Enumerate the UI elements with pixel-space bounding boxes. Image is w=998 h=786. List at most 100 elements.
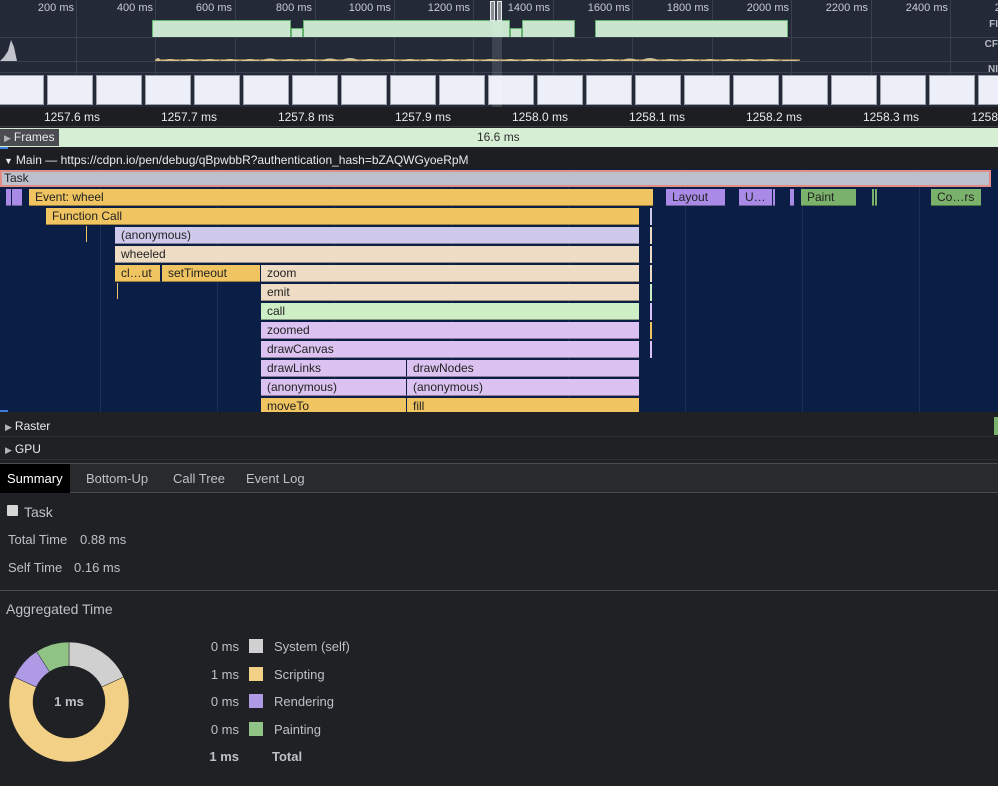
frames-label: Frames <box>13 130 55 144</box>
flame-call[interactable]: call <box>261 303 639 320</box>
flame-draw-canvas[interactable]: drawCanvas <box>261 341 639 358</box>
flame-layout[interactable]: Layout <box>666 189 725 206</box>
ruler-tick: 1258.2 ms <box>745 110 802 124</box>
screenshot-thumbnail[interactable] <box>929 75 975 105</box>
collapse-triangle-icon: ▼ <box>4 156 13 166</box>
tab-summary[interactable]: Summary <box>0 464 70 493</box>
legend-swatch-scripting <box>249 667 263 681</box>
fps-bar <box>522 20 575 37</box>
screenshot-thumbnail[interactable] <box>880 75 926 105</box>
flame-update[interactable]: U… <box>739 189 772 206</box>
screenshot-thumbnail[interactable] <box>978 75 998 105</box>
aggregated-time-title: Aggregated Time <box>6 601 113 617</box>
flame-event-wheel[interactable]: Event: wheel <box>29 189 653 206</box>
screenshot-thumbnail[interactable] <box>194 75 240 105</box>
legend-total-name: Total <box>272 749 303 764</box>
legend-value: 0 ms <box>210 694 239 709</box>
net-label: NI <box>988 64 998 75</box>
fps-bar <box>291 28 303 37</box>
gpu-label: GPU <box>14 442 41 456</box>
self-time-value: 0.16 ms <box>74 560 121 575</box>
screenshot-thumbnail[interactable] <box>292 75 338 105</box>
overview-left-handle[interactable] <box>490 1 495 21</box>
flame-emit[interactable]: emit <box>261 284 639 301</box>
flame-set-timeout[interactable]: setTimeout <box>162 265 260 282</box>
flame-slice[interactable] <box>790 189 794 206</box>
gpu-track[interactable]: ▶ GPU <box>0 438 998 460</box>
flame-zoom[interactable]: zoom <box>261 265 639 282</box>
tab-call-tree[interactable]: Call Tree <box>166 464 232 493</box>
overview-tick: 1000 ms <box>348 2 391 14</box>
flame-draw-links[interactable]: drawLinks <box>261 360 407 377</box>
timeline-overview[interactable]: 200 ms 400 ms 600 ms 800 ms 1000 ms 1200… <box>0 0 998 107</box>
screenshot-thumbnail[interactable] <box>586 75 632 105</box>
self-time-label: Self Time <box>8 560 63 575</box>
screenshot-thumbnail[interactable] <box>635 75 681 105</box>
frames-track[interactable]: ▶ Frames 16.6 ms <box>0 128 998 147</box>
flame-slice[interactable] <box>872 189 874 206</box>
screenshot-thumbnail[interactable] <box>243 75 289 105</box>
flame-task[interactable]: Task <box>0 170 991 187</box>
overview-tick: 26 <box>994 2 998 14</box>
screenshot-thumbnail[interactable] <box>439 75 485 105</box>
flame-wheeled[interactable]: wheeled <box>115 246 639 263</box>
flame-anonymous-nodes[interactable]: (anonymous) <box>407 379 639 396</box>
summary-panel: Task Total Time 0.88 ms Self Time 0.16 m… <box>0 494 998 786</box>
flame-anonymous[interactable]: (anonymous) <box>115 227 639 244</box>
legend-swatch-system <box>249 639 263 653</box>
tab-event-log[interactable]: Event Log <box>239 464 312 493</box>
ruler-tick: 1258 <box>971 110 998 124</box>
legend-value: 1 ms <box>210 667 239 682</box>
legend-value: 0 ms <box>210 639 239 654</box>
raster-track[interactable]: ▶ Raster <box>0 415 998 437</box>
flame-slice[interactable] <box>875 189 877 206</box>
frame-duration: 16.6 ms <box>477 130 520 144</box>
screenshot-thumbnail[interactable] <box>390 75 436 105</box>
flame-anonymous-links[interactable]: (anonymous) <box>261 379 407 396</box>
legend-name: Scripting <box>274 667 325 682</box>
flame-composite[interactable]: Co…rs <box>931 189 981 206</box>
flame-slice[interactable] <box>12 189 22 206</box>
tab-bottom-up[interactable]: Bottom-Up <box>79 464 155 493</box>
screenshot-thumbnail[interactable] <box>782 75 828 105</box>
screenshot-thumbnail[interactable] <box>96 75 142 105</box>
flame-chart[interactable]: Task Event: wheel Layout U… Paint Co…rs … <box>0 169 998 412</box>
screenshot-thumbnail[interactable] <box>733 75 779 105</box>
overview-tick: 600 ms <box>195 2 232 14</box>
donut-slice-system-self <box>68 641 124 688</box>
flame-function-call[interactable]: Function Call <box>46 208 639 225</box>
flame-paint[interactable]: Paint <box>801 189 856 206</box>
overview-right-handle[interactable] <box>497 1 502 21</box>
screenshot-thumbnail[interactable] <box>341 75 387 105</box>
screenshot-thumbnail[interactable] <box>0 75 44 105</box>
screenshot-thumbnail[interactable] <box>831 75 877 105</box>
flame-fill[interactable]: fill <box>407 398 639 412</box>
flame-move-to[interactable]: moveTo <box>261 398 407 412</box>
legend-total-value: 1 ms <box>209 749 239 764</box>
screenshot-thumbnail[interactable] <box>684 75 730 105</box>
overview-tick: 2200 ms <box>825 2 868 14</box>
main-track-header[interactable]: ▼ Main — https://cdpn.io/pen/debug/qBpwbb… <box>0 150 998 169</box>
legend-swatch-painting <box>249 722 263 736</box>
screenshot-thumbnail[interactable] <box>145 75 191 105</box>
frames-track-header[interactable]: ▶ Frames <box>0 129 59 146</box>
track-accent <box>0 147 8 149</box>
overview-tick: 800 ms <box>275 2 312 14</box>
legend-name: Rendering <box>274 694 334 709</box>
flame-draw-nodes[interactable]: drawNodes <box>407 360 639 377</box>
screenshot-thumbnail[interactable] <box>537 75 583 105</box>
screenshot-thumbnail[interactable] <box>47 75 93 105</box>
ruler-tick: 1257.7 ms <box>160 110 217 124</box>
flame-zoomed[interactable]: zoomed <box>261 322 639 339</box>
fps-bar <box>510 28 522 37</box>
overview-tick: 1200 ms <box>427 2 470 14</box>
flame-slice[interactable] <box>773 189 775 206</box>
donut-slice-scripting <box>8 676 130 763</box>
ruler-tick: 1258.1 ms <box>628 110 685 124</box>
flame-slice[interactable] <box>6 189 11 206</box>
fps-bar <box>303 20 510 37</box>
timeline-ruler: 1257.6 ms 1257.7 ms 1257.8 ms 1257.9 ms … <box>0 107 998 127</box>
donut-center-label: 1 ms <box>54 694 84 709</box>
overview-tick: 1800 ms <box>666 2 709 14</box>
flame-cl-ut[interactable]: cl…ut <box>115 265 161 282</box>
